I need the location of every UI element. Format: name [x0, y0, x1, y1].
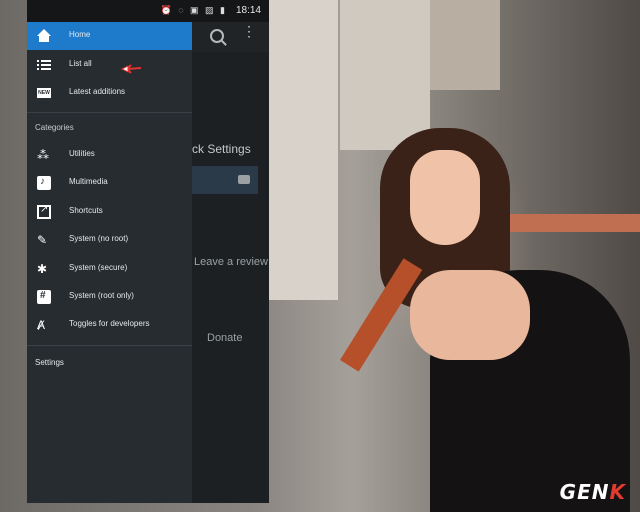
- developer-icon: Ⱥ: [37, 318, 46, 332]
- drawer-item-label: Shortcuts: [69, 206, 103, 215]
- drawer-item-system-root-only[interactable]: System (root only): [27, 283, 192, 311]
- background-app-content: ⋮ ck Settings Leave a review Donate: [192, 22, 269, 503]
- list-icon: [37, 58, 51, 72]
- magic-wand-icon: ⁂: [37, 148, 49, 162]
- drawer-item-home[interactable]: Home: [27, 22, 192, 50]
- drawer-divider: [27, 112, 192, 113]
- drawer-divider: [27, 345, 192, 346]
- donate-link[interactable]: Donate: [207, 332, 242, 344]
- drawer-item-label: System (no root): [69, 234, 129, 243]
- drawer-item-shortcuts[interactable]: Shortcuts: [27, 198, 192, 226]
- hash-icon: [37, 290, 51, 304]
- drawer-item-label: Latest additions: [69, 87, 126, 96]
- app-settings-title: ck Settings: [192, 142, 251, 156]
- more-options-icon[interactable]: ⋮: [242, 24, 256, 38]
- watermark-logo: GENK: [559, 480, 626, 504]
- drawer-item-label: Utilities: [69, 149, 95, 158]
- drawer-item-label: Settings: [35, 358, 64, 367]
- search-icon[interactable]: [210, 29, 224, 43]
- drawer-item-toggles-for-developers[interactable]: Ⱥ Toggles for developers: [27, 311, 192, 339]
- bug-icon: ✱: [37, 262, 48, 276]
- drawer-item-label: Home: [69, 30, 91, 39]
- status-icons: ⏰ ◌ ▣ ▨ ▮: [160, 5, 227, 15]
- app-highlight-row[interactable]: [192, 166, 258, 194]
- drawer-item-system-no-root[interactable]: ✎ System (no root): [27, 226, 192, 254]
- drawer-item-settings[interactable]: Settings: [27, 350, 192, 378]
- new-icon: NEW: [37, 88, 51, 98]
- status-time: 18:14: [235, 5, 261, 16]
- drawer-item-multimedia[interactable]: Multimedia: [27, 169, 192, 197]
- photo-subject-arm: [410, 270, 530, 360]
- navigation-drawer: Home List all NEW Latest additions Categ…: [27, 22, 192, 503]
- wrench-icon: ✎: [37, 233, 48, 247]
- background-building: [340, 0, 430, 150]
- background-railing: [500, 214, 640, 232]
- app-toolbar: ⋮: [192, 22, 269, 52]
- status-bar: ⏰ ◌ ▣ ▨ ▮ 18:14: [27, 0, 269, 22]
- categories-header: Categories: [35, 123, 74, 132]
- drawer-item-label: Multimedia: [69, 177, 108, 186]
- drawer-item-utilities[interactable]: ⁂ Utilities: [27, 141, 192, 169]
- drawer-item-label: System (root only): [69, 291, 134, 300]
- shortcut-icon: [37, 204, 51, 219]
- drawer-item-list-all[interactable]: List all: [27, 51, 192, 79]
- photo-subject-face: [410, 150, 480, 245]
- annotation-arrow-icon: [120, 64, 142, 74]
- leave-review-link[interactable]: Leave a review: [194, 256, 268, 268]
- play-icon: [238, 175, 250, 184]
- drawer-item-system-secure[interactable]: ✱ System (secure): [27, 255, 192, 283]
- drawer-item-latest-additions[interactable]: NEW Latest additions: [27, 79, 192, 107]
- background-building: [268, 0, 338, 300]
- drawer-item-label: Toggles for developers: [69, 319, 150, 328]
- home-icon: [37, 29, 51, 43]
- drawer-item-label: List all: [69, 59, 92, 68]
- music-icon: [37, 176, 51, 190]
- phone-screen: ⏰ ◌ ▣ ▨ ▮ 18:14 ⋮ ck Settings Leave a re…: [27, 0, 269, 503]
- drawer-item-label: System (secure): [69, 263, 128, 272]
- background-building: [430, 0, 500, 90]
